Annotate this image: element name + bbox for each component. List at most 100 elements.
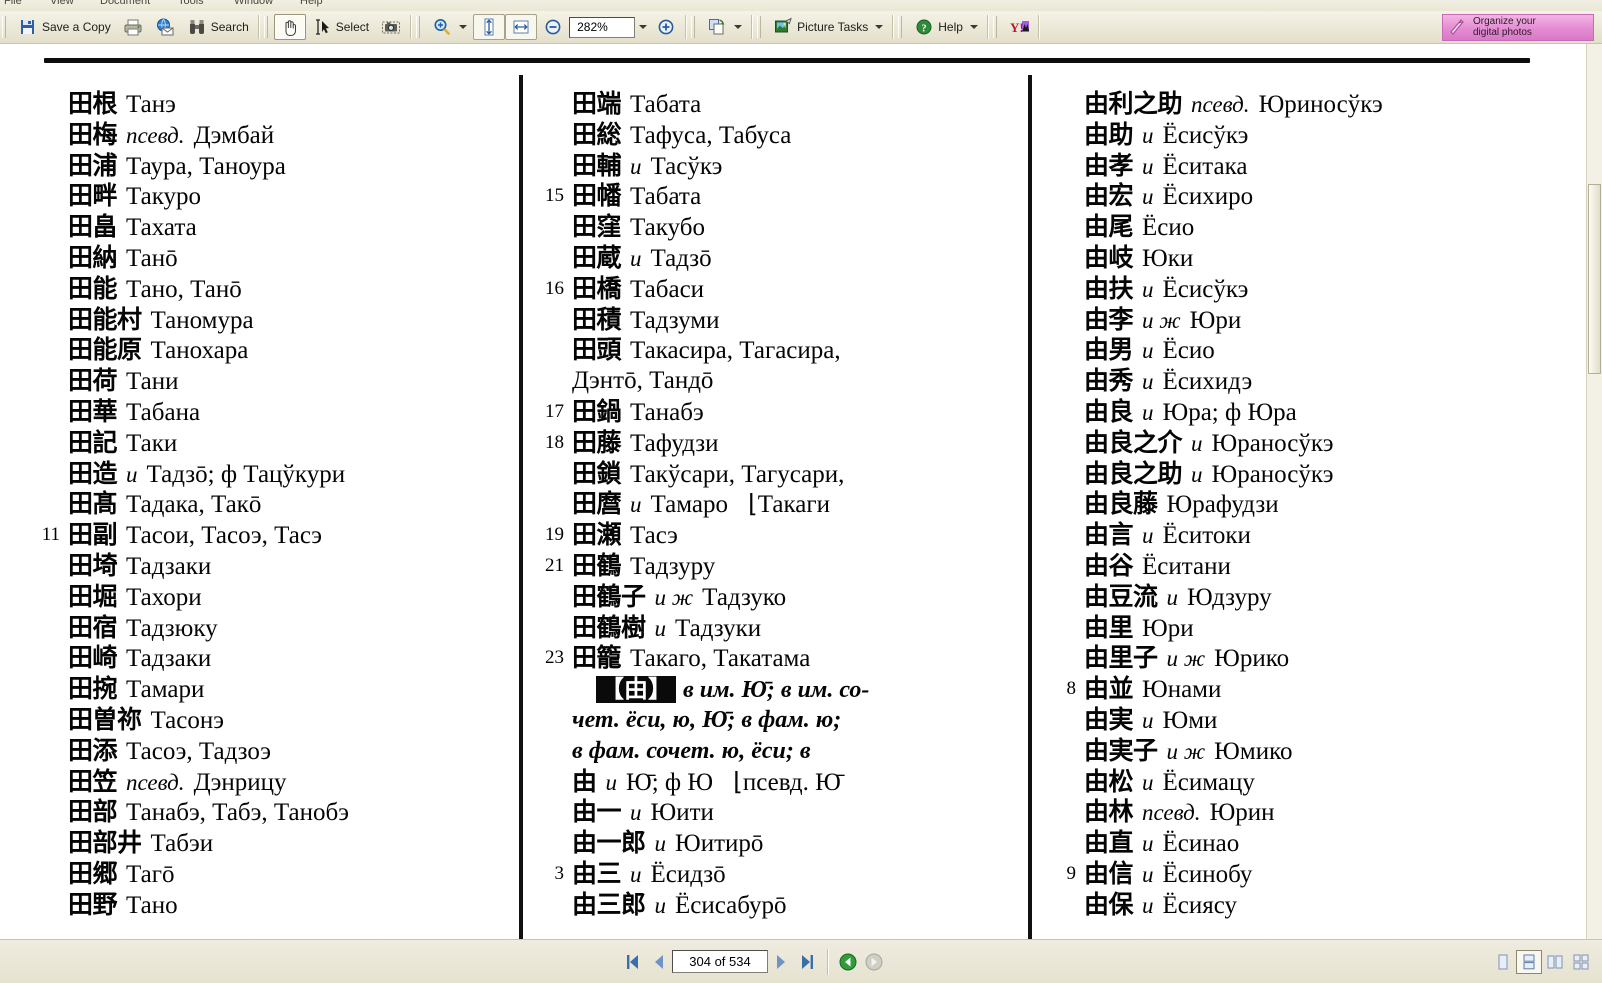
continuous-facing-layout-button[interactable] — [1568, 950, 1594, 974]
vertical-scrollbar[interactable] — [1586, 44, 1602, 939]
entry-usage-marker: и — [1142, 122, 1154, 148]
entry-kanji: 田籠 — [572, 643, 622, 673]
stroke-count-marker: 17 — [545, 400, 564, 422]
continuous-layout-button[interactable] — [1516, 949, 1542, 974]
dictionary-entry: 田麿 и Тамаро ⌊Такаги — [534, 491, 1026, 522]
next-view-button[interactable] — [861, 949, 887, 975]
entry-usage-marker: и — [654, 892, 667, 918]
help-button[interactable]: ? Help — [908, 14, 984, 40]
entry-reading: Танō — [126, 244, 178, 272]
entry-reading: Юрико — [1214, 645, 1290, 673]
page-top-rule — [44, 58, 1530, 63]
toolbar-grip-rotate[interactable] — [691, 16, 699, 38]
entry-usage-marker: и ж — [654, 584, 694, 610]
vertical-scrollbar-thumb[interactable] — [1588, 184, 1601, 374]
entry-kanji: 田頭 — [572, 335, 622, 365]
acrobat-reader-window: File View Document Tools Window Help Sav… — [0, 0, 1602, 983]
previous-view-button[interactable] — [835, 949, 861, 975]
entry-kanji: 由谷 — [1084, 550, 1134, 580]
toolbar-grip-basic[interactable] — [263, 16, 271, 38]
organize-photos-banner[interactable]: Organize your digital photos — [1442, 13, 1594, 41]
dictionary-entry: 由男 и Ёсио — [1046, 337, 1532, 368]
help-caret[interactable] — [969, 25, 978, 29]
entry-reading: Табата — [630, 91, 702, 118]
zoom-tool-dropdown-caret[interactable] — [459, 25, 468, 29]
entry-reading: Танохара — [150, 337, 249, 365]
zoom-in-button[interactable] — [650, 14, 682, 40]
print-button[interactable] — [117, 14, 149, 40]
page-number-input[interactable]: 304 of 534 — [672, 950, 768, 973]
rotate-pages-button[interactable] — [701, 14, 748, 40]
single-page-layout-button[interactable] — [1490, 950, 1516, 974]
toolbar-separator-2 — [410, 15, 412, 39]
select-tool-button[interactable]: Select — [306, 14, 375, 40]
save-a-copy-label: Save a Copy — [42, 20, 111, 34]
entry-usage-marker: и — [630, 861, 642, 887]
zoom-level-input[interactable]: 282% — [569, 16, 636, 38]
dictionary-entry: 田梅 псевд. Дэмбай — [30, 122, 516, 153]
snapshot-button[interactable] — [375, 14, 407, 40]
email-button[interactable] — [149, 14, 181, 40]
entry-kanji: 田記 — [68, 427, 118, 457]
menu-item-document[interactable]: Document — [100, 0, 150, 7]
stroke-count-marker: 23 — [545, 647, 564, 669]
menu-item-view[interactable]: View — [50, 0, 74, 7]
entry-usage-marker: и — [1142, 831, 1154, 857]
toolbar-grip-tasks[interactable] — [757, 16, 765, 38]
select-label: Select — [335, 20, 370, 34]
entry-reading: Тадзуки — [675, 614, 762, 642]
entry-reading: Дэнрицу — [193, 768, 287, 796]
dictionary-entry: 9 由信 и Ёсинобу — [1046, 861, 1532, 892]
zoom-tool-button[interactable] — [426, 14, 473, 40]
entry-reading: Тафуса, Табуса — [630, 121, 792, 149]
entry-kanji: 田髙 — [68, 489, 118, 519]
zoom-level-dropdown[interactable] — [635, 17, 650, 38]
entry-reading: Такаго, Такатама — [630, 645, 811, 673]
save-copy-icon — [18, 17, 38, 37]
page-indicator-label: 304 of 534 — [689, 954, 751, 969]
chevron-down-icon — [638, 25, 647, 29]
menu-item-window[interactable]: Window — [234, 0, 273, 7]
toolbar-grip-file[interactable] — [2, 16, 9, 38]
menu-item-help[interactable]: Help — [300, 0, 323, 7]
fit-page-button[interactable] — [473, 14, 506, 40]
dictionary-entry: 3 由三 и Ёсидзō — [534, 861, 1026, 892]
toolbar-grip-help[interactable] — [898, 16, 906, 38]
facing-pages-layout-button[interactable] — [1542, 950, 1568, 974]
dictionary-entry: 田輔 и Тасўкэ — [534, 153, 1026, 184]
fit-width-button[interactable] — [505, 14, 538, 40]
entry-reading: Тадзō — [650, 244, 712, 272]
yahoo-toolbar-button[interactable]: Y! — [1003, 14, 1035, 40]
toolbar-grip-yahoo[interactable] — [992, 16, 1000, 38]
save-a-copy-button[interactable]: Save a Copy — [12, 14, 117, 40]
dictionary-entry: 田畠 Тахата — [30, 214, 516, 245]
previous-page-button[interactable] — [646, 949, 672, 975]
picture-tasks-caret[interactable] — [875, 25, 884, 29]
entry-kanji: 由保 — [1084, 889, 1134, 919]
search-button[interactable]: Search — [181, 14, 255, 40]
dictionary-entry: 由扶 и Ёсисўкэ — [1046, 276, 1532, 307]
entry-reading: Таномура — [150, 306, 254, 334]
dictionary-entry: 田部 Танабэ, Табэ, Танобэ — [30, 799, 516, 830]
hand-tool-button[interactable] — [273, 14, 306, 40]
entry-reading: Табаси — [630, 275, 705, 303]
next-page-button[interactable] — [768, 949, 794, 975]
entry-reading: Тадзаки — [126, 552, 212, 580]
dictionary-entry: чет. ёси, ю, Ю̄; в фам. ю; — [534, 707, 1026, 738]
toolbar-grip-zoom[interactable] — [416, 16, 424, 38]
entry-reading: Тасэ — [630, 522, 678, 550]
picture-tasks-button[interactable]: Picture Tasks — [767, 14, 889, 40]
entry-reading: Юраносўкэ — [1211, 460, 1334, 488]
document-viewport[interactable]: 田根 Танэ 田梅 псевд. Дэмбай 田浦 Таура, Таноура 田畔 Та… — [0, 44, 1602, 939]
menu-item-file[interactable]: File — [4, 0, 22, 7]
last-page-button[interactable] — [794, 949, 820, 975]
dictionary-entry: 田総 Тафуса, Табуса — [534, 122, 1026, 153]
dictionary-entry: 由助 и Ёсисўкэ — [1046, 122, 1532, 153]
zoom-out-button[interactable] — [537, 14, 569, 40]
rotate-dropdown-caret[interactable] — [734, 25, 743, 29]
entry-kanji: 由良之介 — [1084, 427, 1183, 457]
first-page-button[interactable] — [620, 949, 646, 975]
menu-item-tools[interactable]: Tools — [178, 0, 204, 7]
dictionary-entry: 由豆流 и Юдзуру — [1046, 584, 1532, 615]
entry-reading: Такуро — [126, 183, 202, 211]
